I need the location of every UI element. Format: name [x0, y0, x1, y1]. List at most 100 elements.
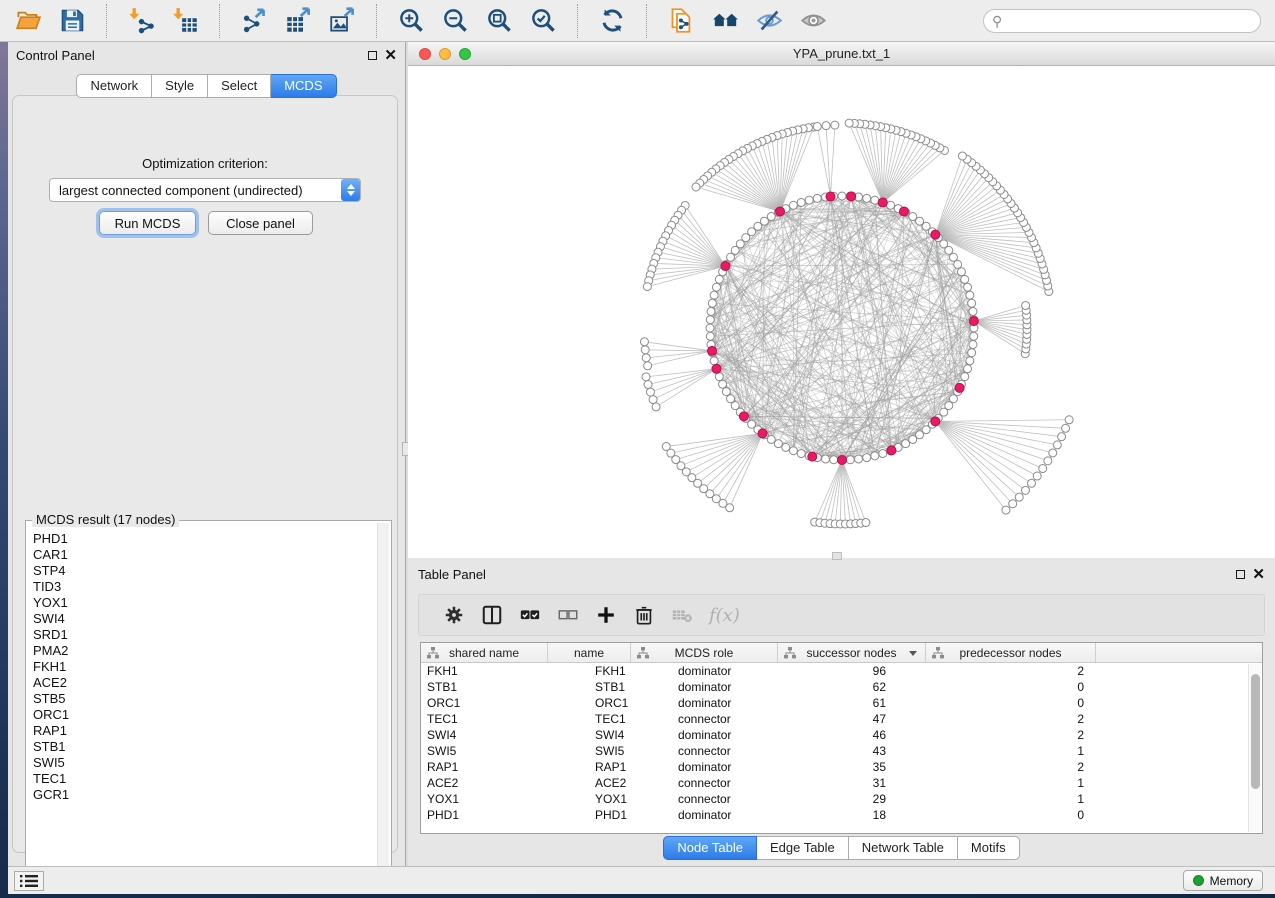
network-leaf-node[interactable]	[1065, 416, 1073, 424]
network-node[interactable]	[710, 357, 718, 365]
mcds-result-node[interactable]: RAP1	[33, 723, 372, 739]
network-leaf-node[interactable]	[1044, 457, 1052, 465]
select-all-columns-button[interactable]	[511, 597, 549, 633]
network-node[interactable]	[821, 455, 829, 463]
network-node[interactable]	[969, 341, 977, 349]
network-node[interactable]	[712, 283, 720, 291]
float-panel-icon[interactable]	[368, 51, 377, 60]
network-leaf-node[interactable]	[1002, 506, 1010, 514]
network-node[interactable]	[871, 452, 879, 460]
column-header-successor-nodes[interactable]: successor nodes	[778, 643, 926, 662]
memory-button[interactable]: Memory	[1183, 870, 1263, 891]
tab-mcds[interactable]: MCDS	[271, 74, 336, 98]
import-network-button[interactable]	[119, 3, 163, 39]
network-node[interactable]	[707, 307, 715, 315]
show-all-button[interactable]	[791, 3, 835, 39]
network-node[interactable]	[968, 299, 976, 307]
export-network-button[interactable]	[232, 3, 276, 39]
mcds-result-node[interactable]: SWI4	[33, 611, 372, 627]
export-table-button[interactable]	[276, 3, 320, 39]
network-leaf-node[interactable]	[1022, 301, 1030, 309]
mcds-node[interactable]	[708, 346, 717, 355]
network-node[interactable]	[805, 196, 813, 204]
tab-edge-table[interactable]: Edge Table	[757, 836, 849, 860]
network-leaf-node[interactable]	[652, 403, 660, 411]
network-node[interactable]	[966, 291, 974, 299]
mcds-node[interactable]	[712, 364, 721, 373]
tab-select[interactable]: Select	[208, 74, 271, 98]
network-leaf-node[interactable]	[641, 346, 649, 354]
table-row[interactable]: ORC1ORC1dominator610	[421, 695, 1262, 711]
network-leaf-node[interactable]	[845, 119, 853, 127]
close-panel-icon[interactable]: ✕	[1252, 570, 1265, 579]
mcds-result-node[interactable]: TID3	[33, 579, 372, 595]
network-node[interactable]	[855, 455, 863, 463]
network-node[interactable]	[949, 395, 957, 403]
network-list-button[interactable]	[14, 871, 44, 891]
criterion-dropdown[interactable]: largest connected component (undirected)	[49, 178, 361, 202]
network-graph-canvas[interactable]	[408, 66, 1273, 557]
network-node[interactable]	[879, 450, 887, 458]
network-leaf-node[interactable]	[1058, 433, 1066, 441]
table-row[interactable]: SWI4SWI4dominator462	[421, 727, 1262, 743]
network-node[interactable]	[706, 324, 714, 332]
share-network-file-button[interactable]	[659, 3, 703, 39]
table-row[interactable]: RAP1RAP1dominator352	[421, 759, 1262, 775]
mcds-node[interactable]	[838, 456, 847, 465]
zoom-in-button[interactable]	[389, 3, 433, 39]
network-leaf-node[interactable]	[692, 183, 700, 191]
tab-style[interactable]: Style	[152, 74, 208, 98]
network-leaf-node[interactable]	[640, 338, 648, 346]
network-leaf-node[interactable]	[643, 283, 651, 291]
mcds-node[interactable]	[739, 412, 748, 421]
network-node[interactable]	[846, 456, 854, 464]
network-node[interactable]	[968, 349, 976, 357]
mcds-node[interactable]	[808, 452, 817, 461]
column-header-shared-name[interactable]: shared name	[421, 643, 548, 662]
network-node[interactable]	[797, 198, 805, 206]
mcds-node[interactable]	[899, 207, 908, 216]
network-node[interactable]	[863, 194, 871, 202]
network-node[interactable]	[863, 454, 871, 462]
zoom-out-button[interactable]	[433, 3, 477, 39]
table-scrollbar-thumb[interactable]	[1251, 674, 1260, 789]
network-leaf-node[interactable]	[1028, 479, 1036, 487]
mcds-node[interactable]	[721, 262, 730, 271]
refresh-button[interactable]	[590, 3, 634, 39]
network-node[interactable]	[789, 201, 797, 209]
tab-motifs[interactable]: Motifs	[958, 836, 1020, 860]
float-panel-icon[interactable]	[1236, 570, 1245, 579]
network-node[interactable]	[964, 283, 972, 291]
network-node[interactable]	[774, 440, 782, 448]
column-header-MCDS-role[interactable]: MCDS role	[631, 643, 778, 662]
network-node[interactable]	[710, 291, 718, 299]
network-node[interactable]	[813, 194, 821, 202]
network-leaf-node[interactable]	[1015, 493, 1023, 501]
network-leaf-node[interactable]	[1053, 441, 1061, 449]
mcds-result-node[interactable]: STP4	[33, 563, 372, 579]
network-node[interactable]	[706, 332, 714, 340]
network-leaf-node[interactable]	[644, 362, 652, 370]
network-node[interactable]	[871, 196, 879, 204]
hide-selected-button[interactable]	[747, 3, 791, 39]
network-leaf-node[interactable]	[1062, 424, 1070, 432]
network-node[interactable]	[961, 373, 969, 381]
network-node[interactable]	[797, 450, 805, 458]
mcds-result-node[interactable]: STB1	[33, 739, 372, 755]
network-leaf-node[interactable]	[862, 519, 870, 527]
import-table-button[interactable]	[163, 3, 207, 39]
network-leaf-node[interactable]	[1009, 500, 1017, 508]
delete-column-button[interactable]	[625, 597, 663, 633]
network-node[interactable]	[957, 268, 965, 276]
tab-network-table[interactable]: Network Table	[849, 836, 958, 860]
tab-node-table[interactable]: Node Table	[663, 836, 757, 860]
save-session-button[interactable]	[50, 3, 94, 39]
network-node[interactable]	[789, 447, 797, 455]
network-node[interactable]	[966, 357, 974, 365]
network-leaf-node[interactable]	[1033, 472, 1041, 480]
search-input[interactable]	[983, 9, 1261, 33]
tab-network[interactable]: Network	[76, 74, 152, 98]
network-node[interactable]	[887, 201, 895, 209]
mcds-list-scrollbar[interactable]	[377, 523, 389, 889]
mcds-node[interactable]	[931, 230, 940, 239]
